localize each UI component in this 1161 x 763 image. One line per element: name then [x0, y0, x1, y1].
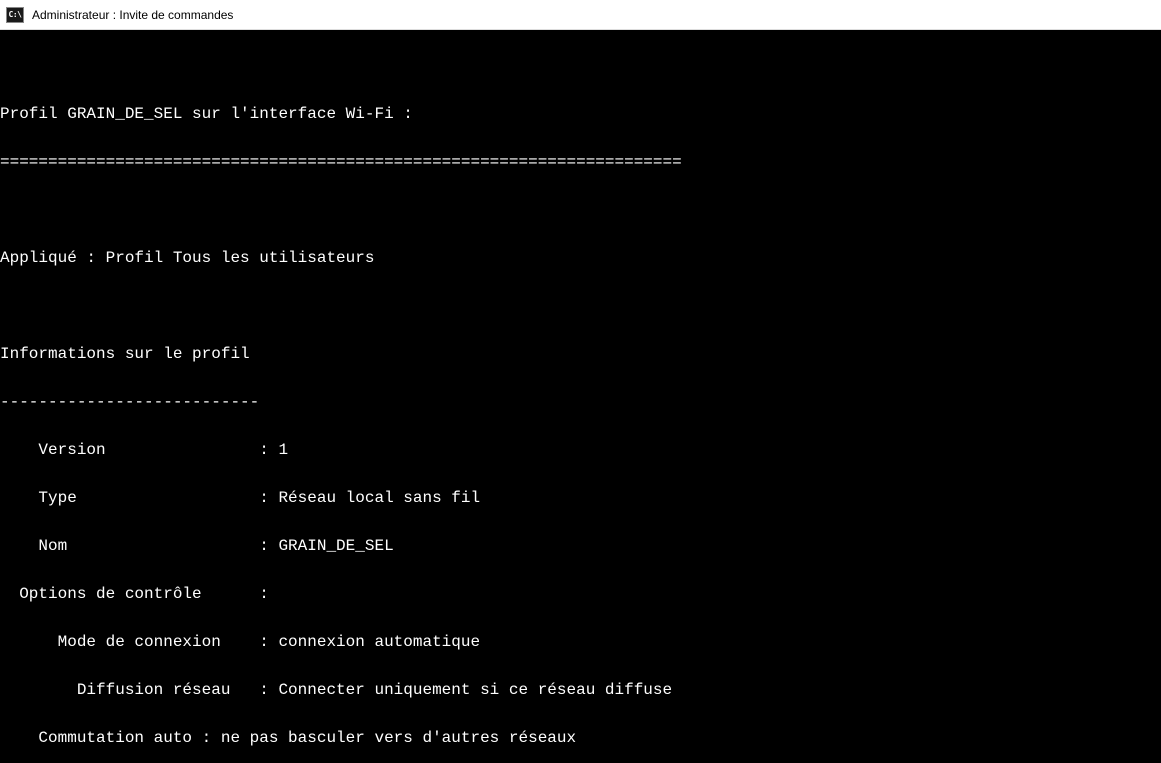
terminal-content: Profil GRAIN_DE_SEL sur l'interface Wi-F…: [0, 30, 1161, 763]
row-type: Type : Réseau local sans fil: [0, 486, 1161, 510]
window-title: Administrateur : Invite de commandes: [32, 8, 233, 22]
row-version: Version : 1: [0, 438, 1161, 462]
row-connection-mode: Mode de connexion : connexion automatiqu…: [0, 630, 1161, 654]
blank-line: [0, 198, 1161, 222]
row-name: Nom : GRAIN_DE_SEL: [0, 534, 1161, 558]
section-divider: ---------------------------: [0, 390, 1161, 414]
row-autoswitch: Commutation auto : ne pas basculer vers …: [0, 726, 1161, 750]
profile-header: Profil GRAIN_DE_SEL sur l'interface Wi-F…: [0, 102, 1161, 126]
cmd-icon: C:\: [6, 7, 24, 23]
blank-line: [0, 294, 1161, 318]
section-title-profile: Informations sur le profil: [0, 342, 1161, 366]
blank-line: [0, 54, 1161, 78]
terminal-output[interactable]: Profil GRAIN_DE_SEL sur l'interface Wi-F…: [0, 30, 1161, 763]
row-broadcast: Diffusion réseau : Connecter uniquement …: [0, 678, 1161, 702]
divider-line: ========================================…: [0, 150, 1161, 174]
titlebar[interactable]: C:\ Administrateur : Invite de commandes: [0, 0, 1161, 30]
command-prompt-window: C:\ Administrateur : Invite de commandes…: [0, 0, 1161, 763]
applied-line: Appliqué : Profil Tous les utilisateurs: [0, 246, 1161, 270]
row-control-options: Options de contrôle :: [0, 582, 1161, 606]
